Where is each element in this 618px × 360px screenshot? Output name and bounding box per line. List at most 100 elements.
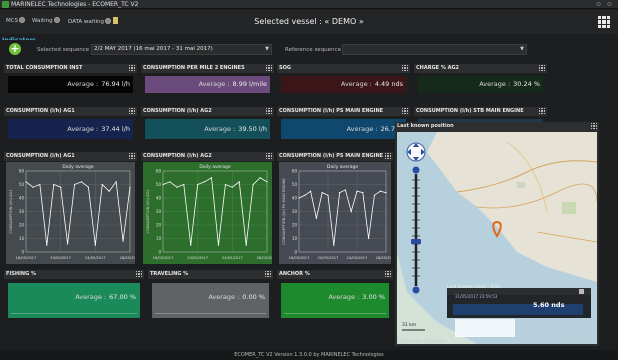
data-point (385, 192, 387, 194)
average-value: 37.44 l/h (101, 125, 130, 133)
panel-menu-icon[interactable] (136, 271, 142, 277)
version-label: ECOMER_TC V2 Version 1.3.0.0 by MARINELE… (234, 352, 384, 358)
data-point (368, 237, 370, 240)
data-point (373, 194, 375, 196)
tile-title: CONSUMPTION (l/h) AG1 (4, 107, 137, 116)
chevron-down-icon: ▼ (265, 46, 269, 52)
data-point (183, 183, 185, 186)
panel-menu-icon[interactable] (266, 108, 272, 114)
data-point (101, 183, 103, 186)
toolbar: MCS Waiting DATA waiting Selected vessel… (0, 10, 618, 44)
x-tick-label: 16/05/2017 (289, 256, 310, 260)
panel-menu-icon[interactable] (129, 65, 135, 71)
y-tick-label: 60 (292, 169, 298, 174)
town-area (517, 182, 525, 188)
x-tick-label: 20/05/2017 (50, 256, 71, 260)
average-value: 76.94 l/h (101, 80, 130, 88)
panel-menu-icon[interactable] (385, 271, 391, 277)
zoom-in-icon (412, 166, 420, 174)
panel-menu-icon[interactable] (539, 65, 545, 71)
tile-title: CONSUMPTION (l/h) STB MAIN ENGINE (414, 107, 547, 116)
tile-title: FISHING % (4, 270, 144, 279)
y-tick-label: 20 (156, 223, 162, 228)
average-value: 67.00 % (109, 293, 136, 301)
panel-menu-icon[interactable] (591, 123, 597, 129)
panel-menu-icon[interactable] (266, 153, 272, 159)
data-point (252, 183, 254, 186)
tile-sog: SOG Average :4.49 nds (277, 64, 410, 97)
apps-grid-icon[interactable] (598, 16, 610, 28)
tile-title: TOTAL CONSUMPTION INST (4, 64, 137, 73)
data-point (80, 181, 83, 183)
popup-value: 5.60 nds (533, 301, 565, 309)
y-tick-label: 20 (19, 223, 25, 228)
series-line (25, 180, 131, 246)
data-point (217, 244, 220, 246)
data-point (162, 183, 164, 186)
panel-menu-icon[interactable] (129, 108, 135, 114)
panel-menu-icon[interactable] (539, 108, 545, 114)
data-point (344, 189, 346, 191)
y-axis-label: CONSUMPTION (l/h) AG2 (146, 189, 150, 233)
progress-strip (11, 313, 137, 316)
data-point (32, 186, 34, 188)
y-tick-label: 50 (19, 182, 25, 187)
tile-title: CONSUMPTION (l/h) AG2 (141, 107, 274, 116)
data-point (315, 217, 317, 219)
popup-date: 31/05/2017 23:59:53 (455, 294, 498, 299)
panel-menu-icon[interactable] (129, 153, 135, 159)
selected-vessel-label: Selected vessel : « DEMO » (254, 17, 364, 26)
progress-strip (155, 313, 266, 316)
data-point (333, 244, 335, 246)
line-chart-ag1: Daily average 0 10 20 30 40 50 60 CONSUMPTION (l… (9, 164, 140, 260)
data-point (169, 181, 171, 183)
panel-menu-icon[interactable] (385, 153, 391, 159)
x-tick-label: 28/05/2017 (257, 256, 272, 260)
reference-sequence-select[interactable]: ▼ (342, 44, 527, 55)
popup-title: Last known value : SOG (447, 285, 501, 290)
y-tick-label: 60 (19, 169, 25, 174)
data-point (321, 192, 323, 194)
data-point (122, 240, 124, 242)
tile-consumption-per-mile: CONSUMPTION PER MILE 2 ENGINES Average :… (141, 64, 274, 97)
progress-strip (284, 313, 386, 316)
line-chart-ps-main-engine: Daily average 0 10 20 30 40 50 60 CONSUMPTION (l… (282, 164, 396, 260)
data-point (129, 186, 131, 188)
tile-title: TRAVELING % (148, 270, 273, 279)
data-point (176, 186, 178, 188)
add-sequence-button[interactable]: + (9, 43, 21, 55)
data-point (362, 192, 364, 194)
city-area (562, 202, 576, 214)
panel-menu-icon[interactable] (402, 65, 408, 71)
y-tick-label: 10 (292, 236, 298, 241)
value-box: Average :37.44 l/h (8, 119, 133, 139)
average-label: Average : (346, 125, 378, 133)
selected-sequence-select[interactable]: 2/2 MAY 2017 (16 mai 2017 - 31 mai 2017)… (91, 44, 272, 55)
tile-title: ANCHOR % (277, 270, 393, 279)
y-tick-label: 10 (19, 236, 25, 241)
value-box: Average :30.24 % (418, 76, 543, 93)
data-point (197, 183, 199, 186)
data-point (46, 244, 48, 246)
data-point (231, 186, 233, 188)
panel-menu-icon[interactable] (266, 65, 272, 71)
y-axis-label: CONSUMPTION (l/h) AG1 (9, 189, 13, 233)
tile-anchor: ANCHOR % Average :3.00 % (277, 270, 393, 322)
data-point (356, 190, 358, 192)
window-controls[interactable]: ⊙ ⊙ (596, 1, 614, 8)
tile-title: SOG (277, 64, 410, 73)
y-tick-label: 30 (19, 209, 25, 214)
data-point (73, 183, 76, 186)
y-tick-label: 30 (292, 209, 298, 214)
map-view[interactable] (397, 132, 597, 344)
data-point (53, 183, 55, 186)
line-chart-ag2: Daily average 0 10 20 30 40 50 60 CONSUMPTION (l… (146, 164, 277, 260)
average-value: 4.49 nds (374, 80, 403, 88)
data-point (115, 181, 117, 183)
y-tick-label: 40 (156, 196, 162, 201)
average-value: 3.00 % (362, 293, 385, 301)
panel-menu-icon[interactable] (402, 108, 408, 114)
average-label: Average : (67, 80, 99, 88)
average-value: 0.00 % (242, 293, 265, 301)
panel-menu-icon[interactable] (265, 271, 271, 277)
